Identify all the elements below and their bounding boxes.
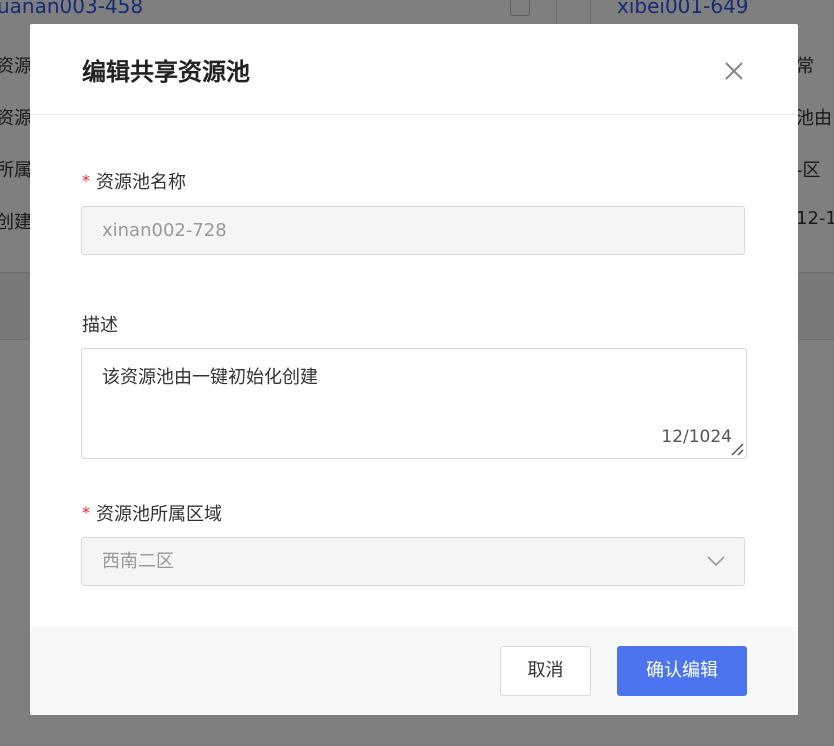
close-button[interactable] [720,57,748,85]
required-mark: * [82,503,90,522]
pool-name-input[interactable]: xinan002-728 [81,206,745,255]
dialog-title: 编辑共享资源池 [82,58,250,86]
edit-resource-pool-dialog: 编辑共享资源池 * 资源池名称 xinan002-728 描述 该资源池由一键初始… [30,24,798,715]
dialog-footer: 取消 确认编辑 [30,627,798,715]
region-label-text: 资源池所属区域 [96,504,222,525]
character-counter: 12/1024 [661,427,732,447]
cancel-button[interactable]: 取消 [500,646,591,696]
required-mark: * [82,171,90,190]
description-textarea[interactable]: 该资源池由一键初始化创建 12/1024 [81,348,747,459]
dialog-header: 编辑共享资源池 [30,24,798,115]
description-value: 该资源池由一键初始化创建 [102,367,318,388]
resize-handle-icon[interactable] [729,441,745,457]
pool-name-label: * 资源池名称 [82,168,186,194]
pool-name-label-text: 资源池名称 [96,172,186,193]
region-select[interactable]: 西南二区 [81,537,745,586]
region-label: * 资源池所属区域 [82,500,222,526]
description-label: 描述 [82,315,118,336]
chevron-down-icon[interactable] [706,554,726,568]
close-icon [725,62,743,80]
confirm-edit-button[interactable]: 确认编辑 [617,646,747,696]
